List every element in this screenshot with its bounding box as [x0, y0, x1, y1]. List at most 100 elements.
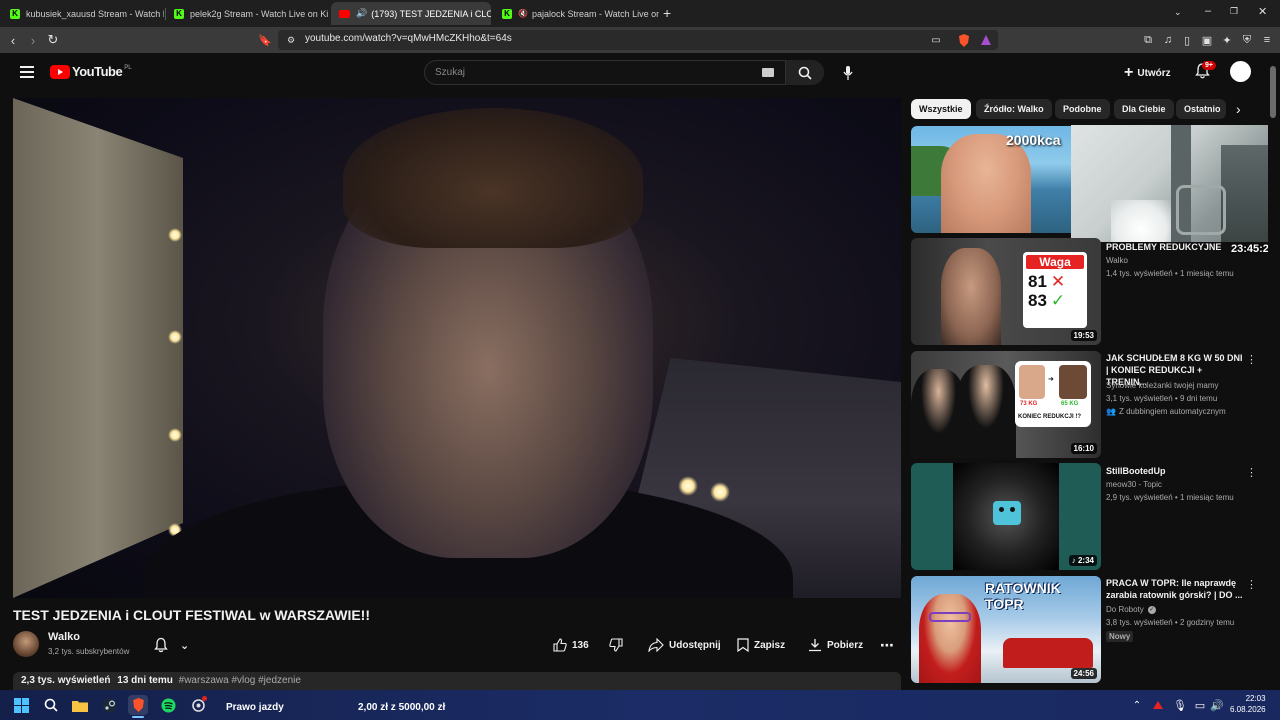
recommendation-thumbnail[interactable]: ➜ 73 KG 65 KG KONIEC REDUKCJI !? 16:10	[911, 351, 1101, 458]
media-icon[interactable]: ♫	[1160, 32, 1176, 48]
channel-name[interactable]: Walko	[48, 631, 80, 643]
taskbar-donation-goal[interactable]: 2,00 zł z 5000,00 zł	[358, 702, 445, 713]
browser-tab[interactable]: K 🔇 pajalock Stream - Watch Live on	[494, 2, 659, 25]
browser-tab[interactable]: K kubusiek_xauusd Stream - Watch Live	[2, 2, 164, 25]
album-art	[953, 463, 1059, 570]
save-label: Zapisz	[754, 639, 786, 651]
restore-icon[interactable]: ❐	[1230, 6, 1238, 17]
channel-avatar[interactable]	[13, 631, 39, 657]
file-explorer-icon[interactable]	[70, 695, 90, 715]
forward-icon[interactable]: ›	[25, 32, 41, 48]
download-button[interactable]: Pobierz	[808, 634, 863, 656]
search-input[interactable]: Szukaj	[424, 60, 824, 85]
more-actions-icon[interactable]: ⋯	[880, 634, 894, 656]
notification-dot	[202, 696, 207, 701]
settings-icon[interactable]	[188, 695, 208, 715]
cast-icon[interactable]: ▭	[928, 32, 944, 48]
duration-badge: 24:56	[1070, 668, 1097, 679]
save-icon	[737, 638, 749, 652]
recommendation-channel[interactable]: Synowie koleżanki twojej mamy	[1106, 381, 1219, 390]
dislike-button[interactable]	[609, 634, 628, 656]
voice-search-button[interactable]	[835, 60, 860, 85]
chip-source[interactable]: Źródło: Walko	[976, 99, 1052, 119]
wallet-icon[interactable]: ▣	[1199, 32, 1215, 48]
tab-label: (1793) TEST JEDZENIA i CLOU	[371, 8, 491, 19]
windows-start-icon[interactable]	[11, 695, 31, 715]
duration-badge: 19:53	[1070, 330, 1097, 341]
chevron-up-icon[interactable]: ⌃	[1127, 695, 1147, 715]
recommendation-channel[interactable]: Walko	[1106, 256, 1128, 265]
video-title: TEST JEDZENIA i CLOUT FESTIWAL w WARSZAW…	[13, 607, 370, 623]
vpn-icon[interactable]: ⛨	[1239, 32, 1255, 48]
recommendation-thumbnail[interactable]: RATOWNIK TOPR 24:56	[911, 576, 1101, 683]
save-button[interactable]: Zapisz	[737, 634, 785, 656]
subscription-bell-button[interactable]: ⌄	[153, 634, 189, 656]
hashtags[interactable]: #warszawa #vlog #jedzenie	[179, 675, 301, 686]
chevron-down-icon[interactable]: ⌄	[1174, 7, 1182, 18]
page-scrollbar[interactable]	[1268, 53, 1280, 690]
bookmark-icon[interactable]: 🔖	[257, 32, 273, 48]
brave-browser-icon[interactable]	[128, 695, 148, 715]
search-icon[interactable]	[41, 695, 61, 715]
reload-icon[interactable]: ↻	[45, 32, 61, 48]
description-box[interactable]: 2,3 tys. wyświetleń 13 dni temu #warszaw…	[13, 672, 901, 690]
recommendation-title[interactable]: PRACA W TOPR: Ile naprawdę zarabia ratow…	[1106, 577, 1244, 601]
browser-tab-active[interactable]: 🔊 (1793) TEST JEDZENIA i CLOU ✕	[331, 2, 491, 25]
window-close-icon[interactable]: ✕	[1258, 5, 1267, 18]
street-light	[710, 482, 730, 502]
menu-icon[interactable]: ≡	[1259, 32, 1275, 48]
browser-tab[interactable]: K pelek2g Stream - Watch Live on Kick	[166, 2, 328, 25]
share-button[interactable]: Udostępnij	[648, 634, 721, 656]
chevron-right-icon[interactable]: ›	[1236, 101, 1241, 117]
share-label: Udostępnij	[669, 639, 721, 651]
cross-icon: ✕	[1050, 272, 1066, 291]
wall-light	[168, 228, 182, 242]
youtube-logo[interactable]: YouTube PL	[50, 64, 132, 79]
site-info-icon[interactable]: ⚙	[283, 32, 299, 48]
back-icon[interactable]: ‹	[5, 32, 21, 48]
brave-rewards-icon[interactable]	[978, 32, 994, 48]
new-badge: Nowy	[1106, 631, 1134, 642]
steam-icon[interactable]	[99, 695, 119, 715]
more-options-icon[interactable]: ⋮	[1246, 466, 1257, 479]
notifications-button[interactable]: 9+	[1195, 61, 1216, 84]
account-avatar[interactable]	[1230, 61, 1251, 82]
recommendation-channel[interactable]: Do Roboty ✓	[1106, 605, 1156, 614]
recommendation-channel[interactable]: meow30 - Topic	[1106, 480, 1162, 489]
create-button[interactable]: + Utwórz	[1124, 64, 1171, 82]
new-tab-icon[interactable]: +	[663, 5, 671, 21]
leo-ai-icon[interactable]: ✦	[1219, 32, 1235, 48]
minimize-icon[interactable]: –	[1205, 5, 1211, 17]
taskbar-clock[interactable]: 22:03 6.08.2026	[1230, 693, 1266, 715]
microphone-icon[interactable]: 🎙	[1170, 695, 1190, 715]
create-label: Utwórz	[1137, 67, 1171, 79]
extensions-icon[interactable]: ⧉	[1140, 32, 1156, 48]
hamburger-menu-icon[interactable]	[20, 65, 34, 83]
more-options-icon[interactable]: ⋮	[1246, 353, 1257, 366]
search-button[interactable]	[785, 60, 824, 85]
chip-for-you[interactable]: Dla Ciebie	[1114, 99, 1174, 119]
more-options-icon[interactable]: ⋮	[1246, 578, 1257, 591]
keyboard-icon[interactable]	[762, 68, 774, 77]
verified-icon: ✓	[1147, 605, 1156, 614]
brave-shield-icon[interactable]	[956, 32, 972, 48]
like-button[interactable]: 136	[553, 634, 589, 656]
chip-all[interactable]: Wszystkie	[911, 99, 971, 119]
recommendation-thumbnail[interactable]: Waga 81 ✕ 83 ✓ 19:53	[911, 238, 1101, 345]
recommendation-title[interactable]: PROBLEMY REDUKCYJNE	[1106, 241, 1244, 253]
recommendation-thumbnail[interactable]: ♪ 2:34	[911, 463, 1101, 570]
chip-related[interactable]: Podobne	[1055, 99, 1110, 119]
volume-icon[interactable]: 🔊	[1207, 695, 1227, 715]
duration-badge: ♪ 2:34	[1068, 555, 1097, 566]
chip-recent[interactable]: Ostatnio	[1176, 99, 1226, 119]
spotify-icon[interactable]	[158, 695, 178, 715]
video-player[interactable]	[13, 98, 901, 598]
dubbing-icon: 👥	[1106, 407, 1116, 416]
recommendation-title[interactable]: StillBootedUp	[1106, 465, 1244, 477]
sidebar-icon[interactable]: ▯	[1179, 32, 1195, 48]
thumbnail-text: RATOWNIK TOPR	[985, 580, 1061, 612]
scrollbar-thumb[interactable]	[1270, 66, 1276, 118]
tray-app-icon[interactable]	[1148, 695, 1168, 715]
taskbar-widget-label[interactable]: Prawo jazdy	[226, 702, 284, 713]
browser-tab-strip: K kubusiek_xauusd Stream - Watch Live K …	[0, 0, 1280, 27]
